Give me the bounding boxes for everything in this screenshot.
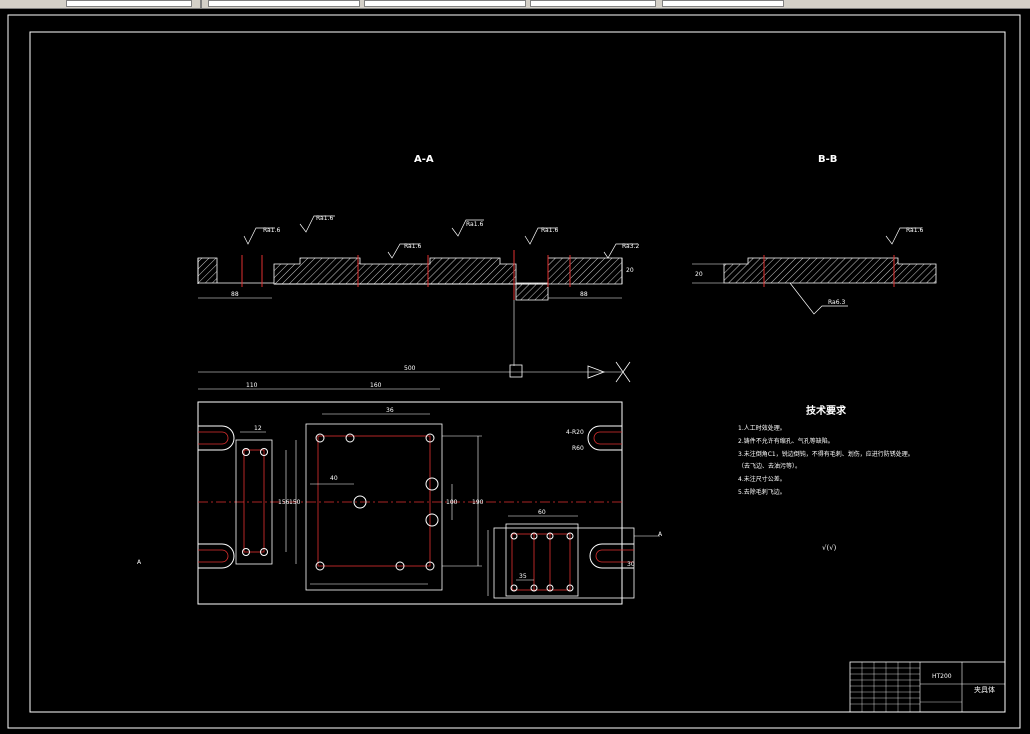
section-a-view: 88 88 20 Ra1.6 Ra1.6 Ra1.6 Ra1.6 Ra1.6 R… <box>197 215 639 378</box>
layer-dropdown[interactable] <box>66 0 192 7</box>
linetype-dropdown[interactable] <box>208 0 360 7</box>
tech-item-4: 4.未注尺寸公差。 <box>738 475 786 483</box>
tech-title: 技术要求 <box>806 404 847 417</box>
dim-right-88: 88 <box>580 291 588 298</box>
tech-item-3b: （去飞边、去油污等）。 <box>738 462 801 470</box>
dim-left-h150: 150 <box>289 499 301 506</box>
color-dropdown[interactable] <box>530 0 656 7</box>
dim-mid-40: 40 <box>330 475 338 482</box>
section-a-title: A-A <box>414 154 434 165</box>
dim-sect-b-height: 20 <box>695 271 703 278</box>
dim-36: 36 <box>386 407 394 414</box>
dim-mid-h100: 100 <box>446 499 458 506</box>
tech-item-2: 2.铸件不允许有缩孔、气孔等缺陷。 <box>738 437 834 445</box>
dim-r20: 4-R20 <box>566 429 584 436</box>
tech-item-3: 3.未注倒角C1，锐边倒钝，不得有毛刺、划伤，应进行防锈处理。 <box>738 450 914 458</box>
dim-sect-a-height: 20 <box>626 267 634 274</box>
technical-notes: 技术要求 1.人工时效处理。 2.铸件不允许有缩孔、气孔等缺陷。 3.未注倒角C… <box>738 404 914 552</box>
title-block: HT200 夹具体 <box>849 661 1006 713</box>
dim-right-30: 30 <box>627 561 635 568</box>
dim-right-60: 60 <box>538 509 546 516</box>
roughness-default-symbol: √(√) <box>822 544 837 552</box>
lineweight-dropdown[interactable] <box>364 0 526 7</box>
dim-r60: R60 <box>572 445 584 452</box>
title-part-name: 夹具体 <box>974 685 995 694</box>
toolbar-separator <box>200 0 202 8</box>
plan-view: 500 110 160 36 4-R20 R60 12 156 150 190 … <box>197 361 663 605</box>
dim-110: 110 <box>246 382 258 389</box>
side-label-a: A <box>658 531 663 538</box>
tech-item-1: 1.人工时效处理。 <box>738 424 786 432</box>
roughness-a4: Ra1.6 <box>466 221 483 228</box>
dim-width-500: 500 <box>404 365 416 372</box>
tech-item-5: 5.去除毛刺飞边。 <box>738 488 786 496</box>
dim-right-35: 35 <box>519 573 527 580</box>
dim-left-88: 88 <box>231 291 239 298</box>
left-margin-label: A <box>137 559 142 566</box>
title-material: HT200 <box>932 673 952 680</box>
dim-left-h156: 156 <box>278 499 290 506</box>
outer-frame <box>7 14 1021 729</box>
dim-mid-h190: 190 <box>472 499 484 506</box>
section-b-title: B-B <box>818 154 837 165</box>
cad-drawing-canvas[interactable]: A-A 88 88 20 Ra1.6 Ra1.6 Ra1.6 Ra1.6 Ra1… <box>0 8 1030 734</box>
plotstyle-dropdown[interactable] <box>662 0 784 7</box>
section-b-view: 20 Ra1.6 Ra6.3 <box>692 227 937 315</box>
dim-160: 160 <box>370 382 382 389</box>
dim-left-12: 12 <box>254 425 262 432</box>
roughness-b2: Ra6.3 <box>828 299 845 306</box>
